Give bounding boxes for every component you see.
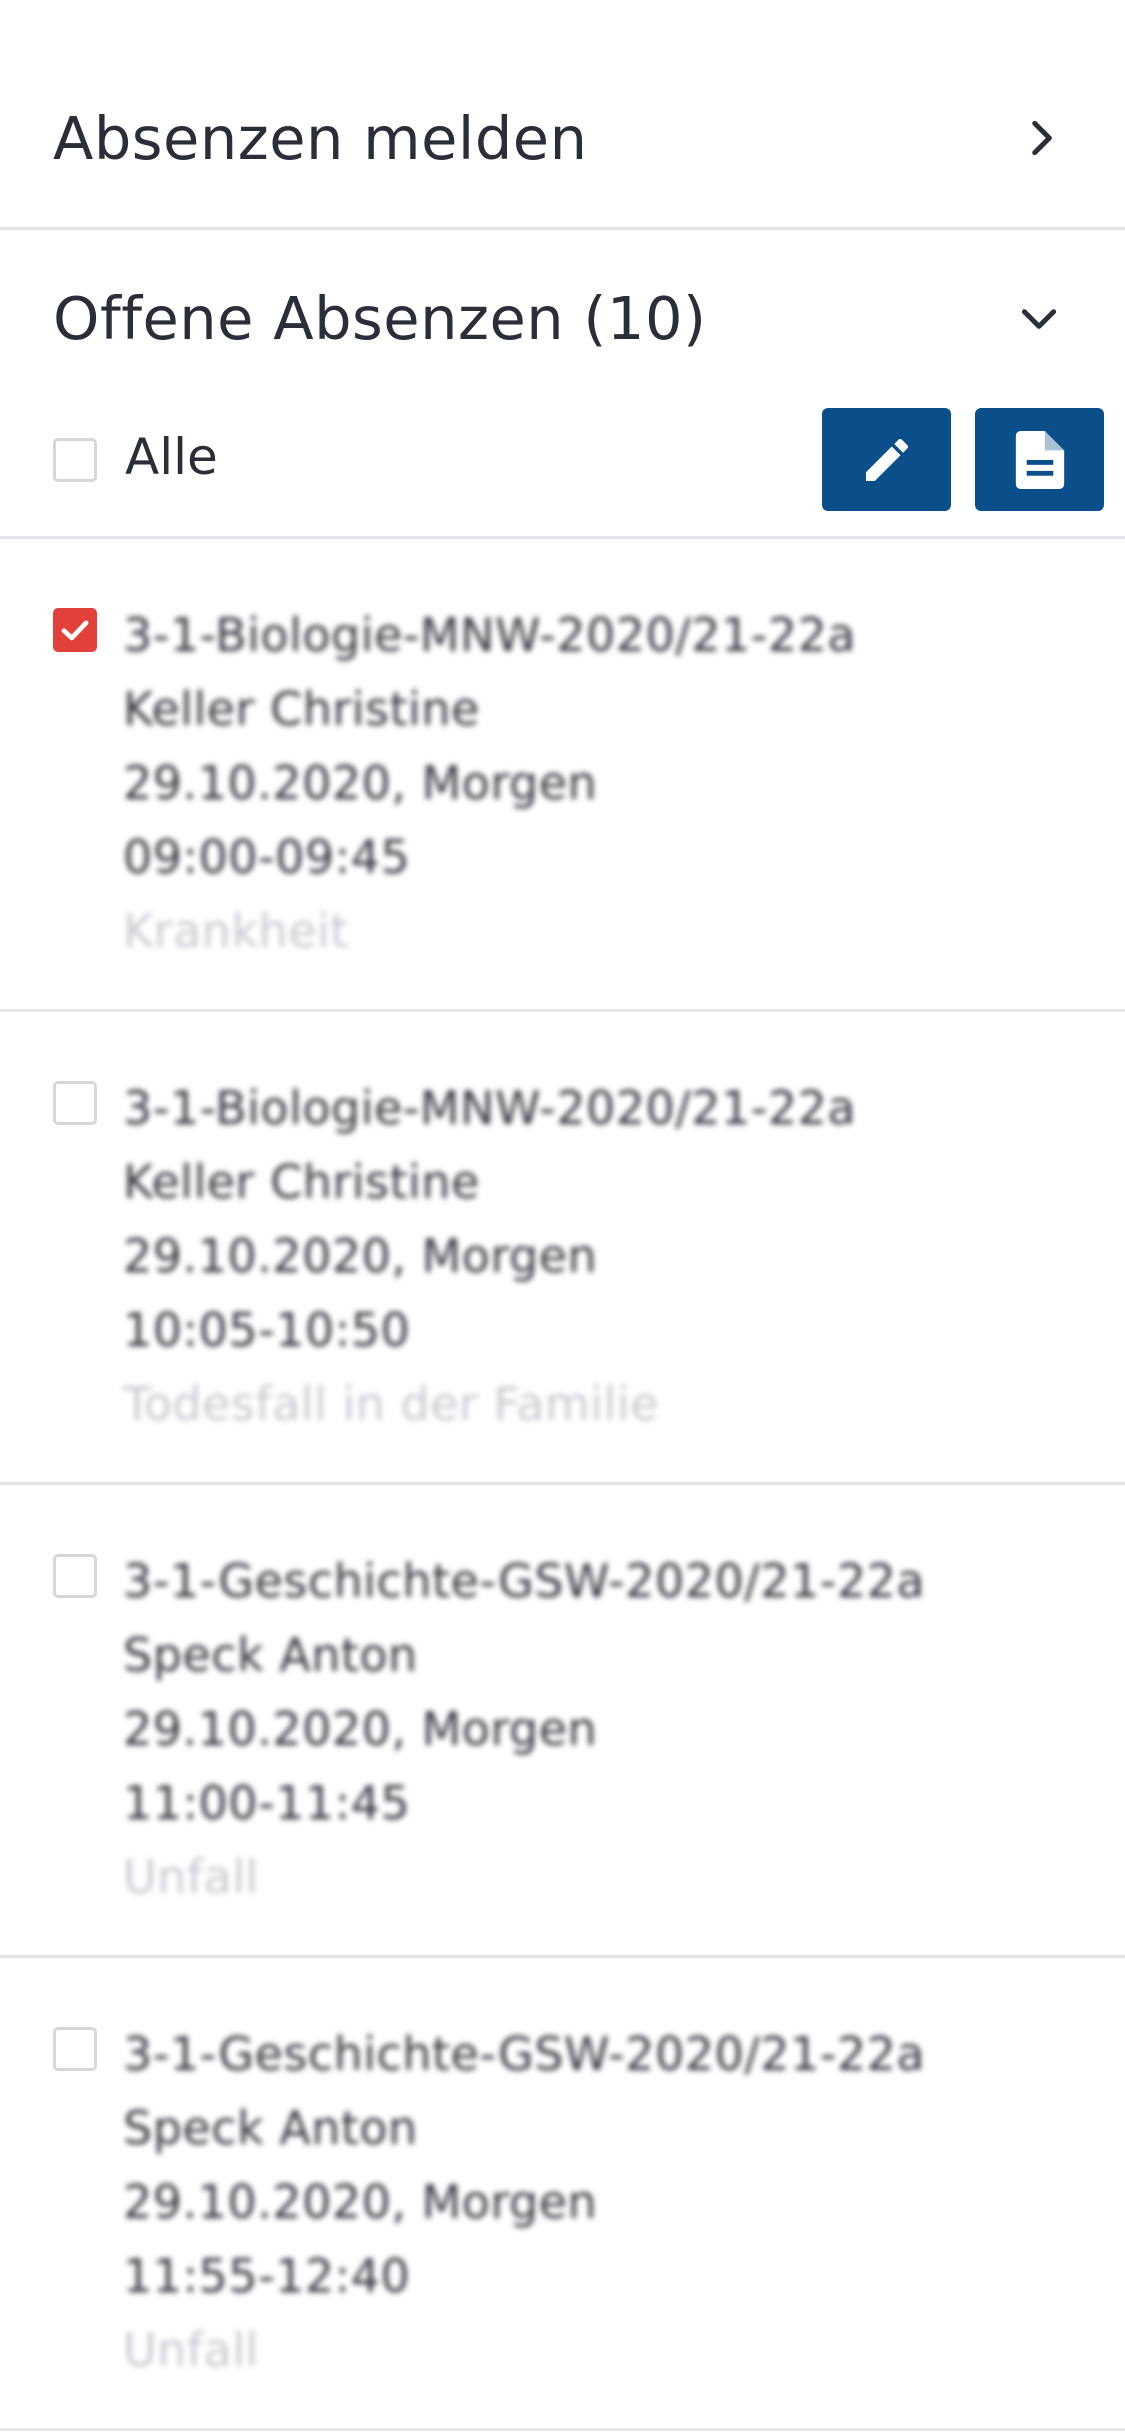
absence-date: 29.10.2020, Morgen <box>123 2175 598 2229</box>
absence-time: 11:55-12:40 <box>123 2249 411 2303</box>
absence-reason: Todesfall in der Familie <box>123 1377 659 1431</box>
absence-course: 3-1-Biologie-MNW-2020/21-22a <box>123 1081 857 1135</box>
divider <box>0 1482 1125 1485</box>
chevron-down-icon <box>1021 309 1057 329</box>
absence-teacher: Keller Christine <box>123 1155 480 1209</box>
absence-reason: Unfall <box>123 2323 259 2377</box>
absence-reason: Krankheit <box>123 904 349 958</box>
report-absences-title: Absenzen melden <box>53 104 588 173</box>
absence-teacher: Speck Anton <box>123 1628 418 1682</box>
absence-checkbox[interactable] <box>53 2027 97 2071</box>
absence-details: 3-1-Geschichte-GSW-2020/21-22a Speck Ant… <box>123 1544 925 1914</box>
pencil-icon <box>865 438 908 481</box>
absence-time: 11:00-11:45 <box>123 1776 411 1830</box>
absence-date: 29.10.2020, Morgen <box>123 1229 598 1283</box>
report-absences-row[interactable]: Absenzen melden <box>0 0 1125 228</box>
absence-teacher: Speck Anton <box>123 2101 418 2155</box>
edit-button[interactable] <box>822 408 951 511</box>
absence-checkbox[interactable] <box>53 1081 97 1125</box>
absence-details: 3-1-Biologie-MNW-2020/21-22a Keller Chri… <box>123 1071 856 1441</box>
divider <box>0 1009 1125 1012</box>
absence-time: 09:00-09:45 <box>123 830 411 884</box>
absence-course: 3-1-Biologie-MNW-2020/21-22a <box>123 608 857 662</box>
absence-date: 29.10.2020, Morgen <box>123 1702 598 1756</box>
chevron-right-icon <box>1032 120 1052 156</box>
absence-date: 29.10.2020, Morgen <box>123 756 598 810</box>
document-button[interactable] <box>975 408 1104 511</box>
absence-time: 10:05-10:50 <box>123 1303 411 1357</box>
open-absences-title: Offene Absenzen (10) <box>53 284 707 353</box>
absence-details: 3-1-Geschichte-GSW-2020/21-22a Speck Ant… <box>123 2017 925 2387</box>
divider <box>0 536 1125 539</box>
absence-course: 3-1-Geschichte-GSW-2020/21-22a <box>123 1554 926 1608</box>
absence-checkbox[interactable] <box>53 1554 97 1598</box>
select-all-checkbox[interactable] <box>53 438 97 482</box>
checkmark-icon <box>61 620 89 641</box>
divider <box>0 2428 1125 2431</box>
divider <box>0 1955 1125 1958</box>
absence-teacher: Keller Christine <box>123 682 480 736</box>
document-icon <box>1015 430 1064 489</box>
select-all-label[interactable]: Alle <box>125 432 218 482</box>
absence-reason: Unfall <box>123 1850 259 1904</box>
open-absences-header[interactable]: Offene Absenzen (10) <box>0 230 1125 380</box>
absence-details: 3-1-Biologie-MNW-2020/21-22a Keller Chri… <box>123 598 856 968</box>
absence-course: 3-1-Geschichte-GSW-2020/21-22a <box>123 2027 926 2081</box>
absence-checkbox[interactable] <box>53 608 97 652</box>
